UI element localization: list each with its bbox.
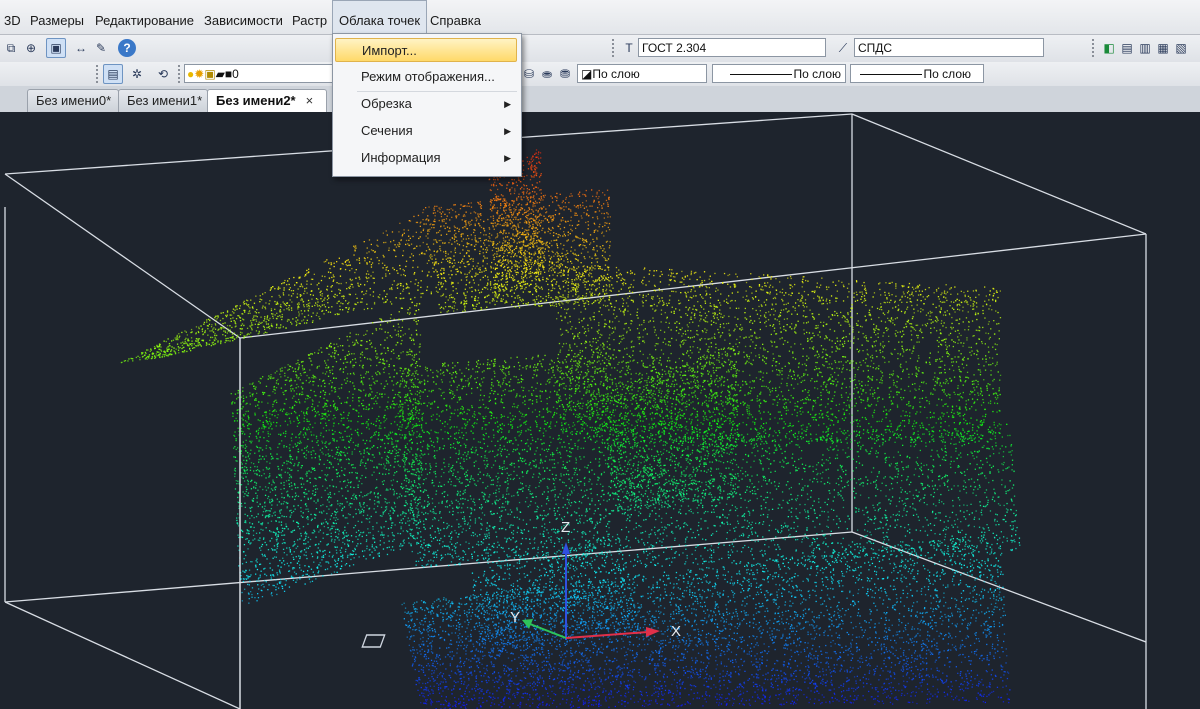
text-style-icon: T	[620, 39, 638, 57]
menu-item-import[interactable]: Импорт...	[335, 38, 517, 62]
color-select[interactable]: ◪По слою	[577, 64, 707, 83]
menu-item-clipping[interactable]: Обрезка ▶	[335, 92, 517, 116]
toolbar-top: ⧉ ⊕ ▣ ↔ ✎ ? T ГОСТ 2.304 ⟋ СПДС ◧ ▤ ▥ ▦ …	[0, 35, 1200, 62]
point-clouds-menu: Импорт... Режим отображения... Обрезка ▶ …	[332, 33, 522, 177]
toolbar-grip[interactable]	[178, 65, 183, 83]
zoom-icon[interactable]: ⊕	[22, 39, 40, 57]
menu-bar: 3D Размеры Редактирование Зависимости Ра…	[0, 0, 1200, 35]
dim-style-select[interactable]: СПДС	[854, 38, 1044, 57]
color-swatch-icon: ◪	[581, 67, 592, 81]
document-tabs: Без имени0* Без имени1* Без имени2* ×	[0, 86, 1200, 113]
submenu-arrow-icon: ▶	[504, 92, 511, 116]
color-value: По слою	[592, 67, 639, 81]
linetype-preview	[729, 74, 792, 76]
layer-tool-icon[interactable]: ◧	[1100, 39, 1118, 57]
distance-icon[interactable]: ↔	[72, 39, 90, 57]
menu-constraints[interactable]: Зависимости	[204, 0, 283, 34]
layer-name: 0	[232, 67, 239, 81]
y-axis-line	[529, 623, 567, 639]
text-style-select[interactable]: ГОСТ 2.304	[638, 38, 826, 57]
tab-label: Без имени2*	[216, 93, 296, 108]
point-cloud-canvas[interactable]: Z X Y	[0, 112, 1200, 709]
bounding-box	[4, 113, 1147, 709]
lock-icon: ▣	[204, 67, 215, 81]
lineweight-preview	[859, 74, 922, 76]
layer-previous-icon[interactable]: ⟲	[154, 65, 172, 83]
menu-3d[interactable]: 3D	[4, 0, 21, 34]
layer-state-icon[interactable]: ✲	[128, 65, 146, 83]
menu-item-sections[interactable]: Сечения ▶	[335, 119, 517, 143]
point-cloud	[120, 149, 1021, 709]
layer-select[interactable]: ●✹▣▰■0	[184, 64, 334, 83]
drawing-viewport[interactable]: Z X Y	[0, 112, 1200, 709]
layer-tool-icon[interactable]: ▦	[1154, 39, 1172, 57]
zoom-window-icon[interactable]: ⧉	[2, 39, 20, 57]
layer-tool-icon[interactable]: ▧	[1172, 39, 1190, 57]
menu-item-label: Обрезка	[361, 96, 412, 111]
dim-style-icon: ⟋	[834, 39, 852, 57]
submenu-arrow-icon: ▶	[504, 146, 511, 170]
x-axis-label: X	[671, 623, 681, 640]
menu-help[interactable]: Справка	[430, 0, 481, 34]
tab-doc-1[interactable]: Без имени1*	[118, 89, 208, 112]
lineweight-value: По слою	[924, 67, 971, 81]
layer-manager-icon[interactable]: ▤	[103, 64, 123, 84]
tab-label: Без имени1*	[127, 93, 202, 108]
toolbar-grip[interactable]	[1092, 39, 1097, 57]
layer-tool-icon[interactable]: ▤	[1118, 39, 1136, 57]
view-icon[interactable]: ▣	[46, 38, 66, 58]
menu-item-information[interactable]: Информация ▶	[335, 146, 517, 170]
linetype-select[interactable]: По слою	[712, 64, 846, 83]
toolbar-properties: ▤ ✲ ⟲ ●✹▣▰■0 ⛁ ⛂ ⛃ ◪По слою По слою По с…	[0, 62, 1200, 87]
linetype-value: По слою	[794, 67, 841, 81]
toolbar-grip[interactable]	[612, 39, 617, 57]
sun-icon: ✹	[194, 67, 204, 81]
lineweight-select[interactable]: По слою	[850, 64, 984, 83]
y-axis-label: Y	[510, 609, 520, 626]
tab-doc-2[interactable]: Без имени2* ×	[207, 89, 327, 113]
menu-editing[interactable]: Редактирование	[95, 0, 194, 34]
layer-walk-icon[interactable]: ⛃	[556, 65, 574, 83]
menu-dimensions[interactable]: Размеры	[30, 0, 84, 34]
submenu-arrow-icon: ▶	[504, 119, 511, 143]
toolbar-grip[interactable]	[96, 65, 101, 83]
help-icon[interactable]: ?	[118, 39, 136, 57]
tab-label: Без имени0*	[36, 93, 111, 108]
menu-raster[interactable]: Растр	[292, 0, 327, 34]
printer-icon: ▰	[216, 67, 225, 81]
close-icon[interactable]: ×	[306, 93, 314, 108]
pencil-icon[interactable]: ✎	[92, 39, 110, 57]
ucs-origin-icon	[361, 634, 386, 648]
match-props-icon[interactable]: ⛁	[520, 65, 538, 83]
z-axis-label: Z	[561, 519, 570, 536]
menu-item-display-mode[interactable]: Режим отображения...	[335, 65, 517, 89]
menu-item-label: Информация	[361, 150, 441, 165]
layer-iso-icon[interactable]: ⛂	[538, 65, 556, 83]
menu-point-clouds[interactable]: Облака точек	[332, 0, 428, 34]
tab-doc-0[interactable]: Без имени0*	[27, 89, 119, 112]
menu-item-label: Сечения	[361, 123, 413, 138]
layer-tool-icon[interactable]: ▥	[1136, 39, 1154, 57]
